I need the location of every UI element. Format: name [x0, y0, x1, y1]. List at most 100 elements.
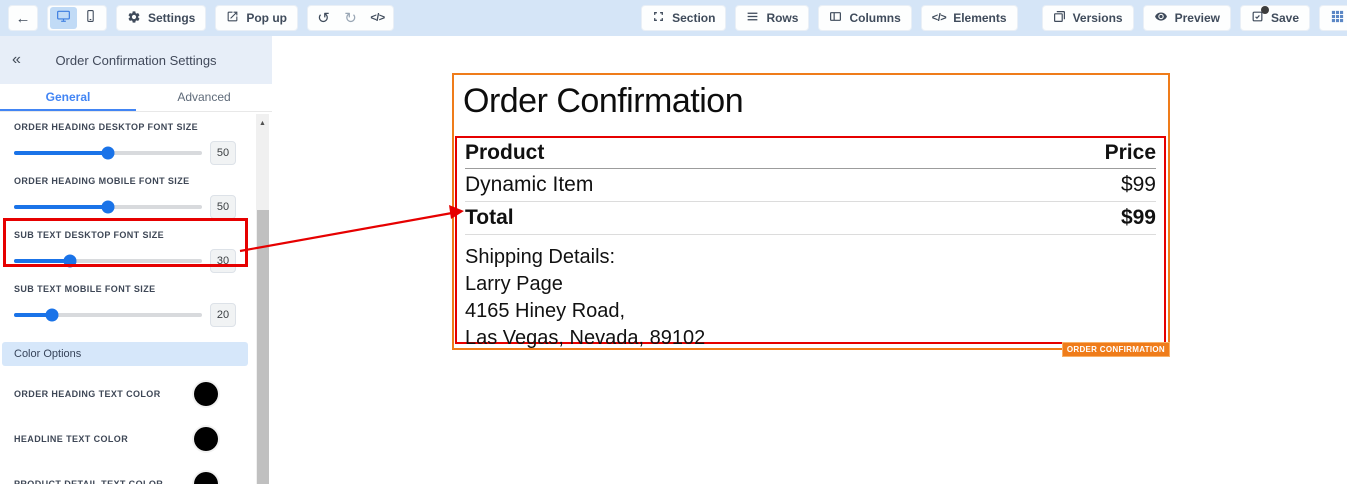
undo-icon: ↺: [317, 11, 330, 26]
arrow-left-icon: ←: [16, 11, 31, 26]
desktop-monitor-icon: [56, 9, 71, 28]
preview-button[interactable]: Preview: [1143, 5, 1231, 31]
shipping-city: Las Vegas, Nevada, 89102: [465, 325, 1156, 352]
shipping-street: 4165 Hiney Road,: [465, 298, 1156, 325]
order-heading-text-color-row: ORDER HEADING TEXT COLOR: [14, 380, 236, 408]
product-detail-text-color-row: PRODUCT DETAIL TEXT COLOR: [14, 470, 236, 484]
section-button[interactable]: Section: [641, 5, 726, 31]
slider-value: 30: [210, 249, 236, 273]
scrollbar-thumb[interactable]: [257, 210, 269, 484]
top-toolbar: ← Settings: [0, 0, 1347, 36]
app-window: ← Settings: [0, 0, 1347, 484]
slider-value: 50: [210, 195, 236, 219]
rows-lines-icon: [746, 10, 759, 26]
slider-thumb[interactable]: [45, 309, 58, 322]
slider-label: ORDER HEADING MOBILE FONT SIZE: [14, 176, 236, 186]
order-heading-mobile-font-size-control: ORDER HEADING MOBILE FONT SIZE 50: [14, 176, 236, 220]
color-swatch[interactable]: [194, 472, 218, 484]
item-name: Dynamic Item: [465, 173, 593, 197]
popup-button[interactable]: Pop up: [215, 5, 298, 31]
redo-button[interactable]: ↻: [337, 7, 364, 29]
selection-tag: ORDER CONFIRMATION: [1062, 342, 1170, 357]
order-heading-desktop-font-size-control: ORDER HEADING DESKTOP FONT SIZE 50: [14, 122, 236, 166]
preview-button-label: Preview: [1175, 11, 1220, 25]
sidebar-content: ORDER HEADING DESKTOP FONT SIZE 50 ORDER…: [0, 112, 250, 484]
external-link-icon: [226, 10, 239, 26]
color-label: HEADLINE TEXT COLOR: [14, 432, 164, 446]
color-label: ORDER HEADING TEXT COLOR: [14, 387, 164, 401]
shipping-details: Shipping Details: Larry Page 4165 Hiney …: [465, 235, 1156, 352]
collapse-sidebar-button[interactable]: «: [12, 51, 21, 69]
tab-general[interactable]: General: [0, 84, 136, 111]
editor-canvas: Order Confirmation Product Price Dynamic…: [272, 36, 1347, 484]
settings-button[interactable]: Settings: [116, 5, 206, 31]
slider-value: 50: [210, 141, 236, 165]
order-heading: Order Confirmation: [463, 82, 743, 121]
shipping-name: Larry Page: [465, 271, 1156, 298]
slider-thumb[interactable]: [102, 201, 115, 214]
total-value: $99: [1121, 206, 1156, 230]
product-column-header: Product: [465, 141, 544, 165]
back-button[interactable]: ←: [8, 5, 38, 31]
item-price: $99: [1121, 173, 1156, 197]
color-swatch[interactable]: [194, 382, 218, 406]
rows-button[interactable]: Rows: [735, 5, 809, 31]
apps-grid-button[interactable]: [1319, 5, 1347, 31]
font-size-slider[interactable]: [14, 205, 202, 209]
slider-value: 20: [210, 303, 236, 327]
color-label: PRODUCT DETAIL TEXT COLOR: [14, 477, 164, 484]
order-table-highlight: Product Price Dynamic Item $99 Total $99…: [455, 136, 1166, 344]
section-corners-icon: [652, 10, 665, 26]
gears-icon: [127, 10, 141, 27]
color-options-header: Color Options: [2, 342, 248, 366]
mobile-phone-icon: [84, 9, 97, 28]
history-code-group: ↺ ↻ </>: [307, 5, 394, 31]
save-button-label: Save: [1271, 11, 1299, 25]
font-size-slider[interactable]: [14, 151, 202, 155]
slider-label: SUB TEXT DESKTOP FONT SIZE: [14, 230, 236, 240]
versions-button-label: Versions: [1073, 11, 1123, 25]
elements-code-icon: </>: [932, 12, 946, 24]
font-size-slider[interactable]: [14, 313, 202, 317]
table-row: Dynamic Item $99: [465, 169, 1156, 202]
save-button[interactable]: Save: [1240, 5, 1310, 31]
popup-button-label: Pop up: [246, 11, 287, 25]
sidebar-title: Order Confirmation Settings: [0, 53, 272, 68]
mobile-view-button[interactable]: [77, 7, 104, 29]
tab-advanced[interactable]: Advanced: [136, 84, 272, 111]
redo-icon: ↻: [344, 11, 357, 26]
slider-thumb[interactable]: [102, 147, 115, 160]
columns-icon: [829, 10, 842, 26]
rows-button-label: Rows: [766, 11, 798, 25]
total-row: Total $99: [465, 202, 1156, 235]
settings-button-label: Settings: [148, 11, 195, 25]
toolbar-left-group: ← Settings: [8, 5, 394, 31]
price-column-header: Price: [1105, 141, 1156, 165]
device-toggle-group: [47, 5, 107, 31]
desktop-view-button[interactable]: [50, 7, 77, 29]
save-icon: [1251, 10, 1264, 26]
font-size-slider[interactable]: [14, 259, 202, 263]
elements-button[interactable]: </> Elements: [921, 5, 1018, 31]
sub-text-mobile-font-size-control: SUB TEXT MOBILE FONT SIZE 20: [14, 284, 236, 328]
unsaved-changes-dot: [1261, 6, 1269, 14]
settings-sidebar: « Order Confirmation Settings General Ad…: [0, 36, 272, 484]
scrollbar-up-arrow-icon[interactable]: ▲: [256, 120, 269, 127]
code-view-button[interactable]: </>: [364, 7, 391, 29]
columns-button[interactable]: Columns: [818, 5, 911, 31]
elements-button-label: Elements: [953, 11, 1006, 25]
columns-button-label: Columns: [849, 11, 900, 25]
undo-button[interactable]: ↺: [310, 7, 337, 29]
code-icon: </>: [370, 12, 384, 24]
grid-icon: [1330, 9, 1345, 27]
versions-button[interactable]: Versions: [1042, 5, 1134, 31]
toolbar-right-group: Section Rows Columns </> Elements: [641, 5, 1347, 31]
section-button-label: Section: [672, 11, 715, 25]
eye-icon: [1154, 10, 1168, 26]
sidebar-tabs: General Advanced: [0, 84, 272, 112]
sidebar-scrollbar[interactable]: ▲: [256, 114, 269, 484]
slider-thumb[interactable]: [64, 255, 77, 268]
order-confirmation-block[interactable]: Order Confirmation Product Price Dynamic…: [452, 73, 1170, 350]
color-swatch[interactable]: [194, 427, 218, 451]
headline-text-color-row: HEADLINE TEXT COLOR: [14, 425, 236, 453]
